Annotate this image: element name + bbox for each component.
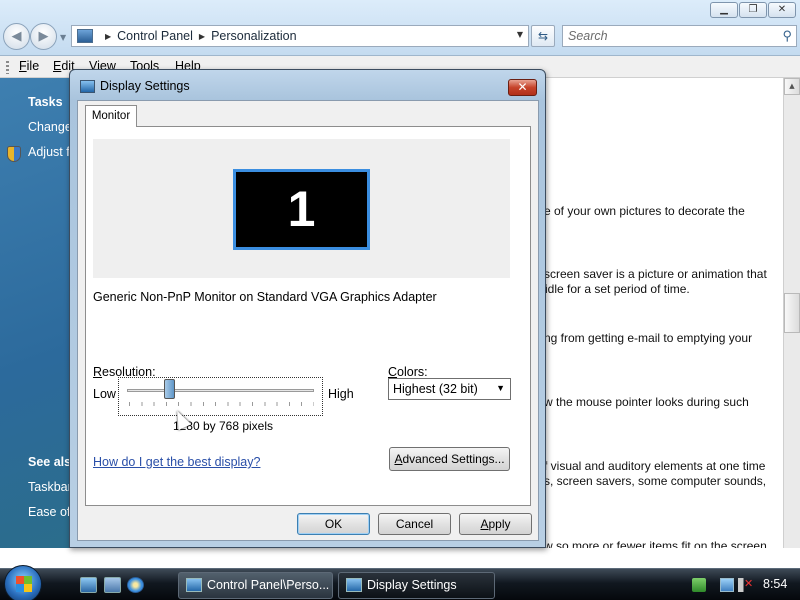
tasks-heading: Tasks — [28, 95, 63, 109]
internet-explorer-icon[interactable] — [127, 577, 144, 593]
description-text: s, screen savers, some computer sounds, — [544, 474, 767, 488]
back-arrow-icon: ◀ — [11, 29, 22, 44]
search-input[interactable]: Search ⚲ — [562, 25, 797, 47]
description-text: w the mouse pointer looks during such — [544, 395, 749, 409]
colors-selected-value: Highest (32 bit) — [393, 382, 478, 396]
monitor-1-icon[interactable]: 1 — [233, 169, 370, 250]
advanced-settings-button[interactable]: Advanced Settings... — [389, 447, 510, 471]
description-text: ng from getting e-mail to emptying your — [544, 331, 753, 345]
forward-arrow-icon: ▶ — [38, 29, 49, 44]
window-header: ▁ ❐ ✕ ◀ ▶ ▼ ▶ Control Panel ▶ Personaliz… — [0, 0, 800, 56]
display-tray-icon[interactable] — [720, 578, 734, 592]
description-text: w so more or fewer items fit on the scre… — [544, 539, 767, 548]
show-desktop-icon[interactable] — [80, 577, 97, 593]
description-text: e of your own pictures to decorate the — [544, 204, 745, 218]
slider-track — [127, 389, 314, 392]
dialog-title: Display Settings — [100, 79, 190, 93]
dropdown-arrow-icon[interactable]: ▼ — [496, 383, 505, 393]
minimize-button[interactable]: ▁ — [710, 2, 738, 18]
taskbar: Control Panel\Perso... Display Settings … — [0, 565, 800, 600]
address-bar[interactable]: ▶ Control Panel ▶ Personalization ▼ — [71, 25, 529, 47]
toolbar-grip — [6, 61, 9, 74]
task-link-change[interactable]: Change — [28, 120, 72, 134]
maximize-button[interactable]: ❐ — [739, 2, 767, 18]
taskbar-button-label: Control Panel\Perso... — [207, 578, 330, 592]
display-settings-dialog: Display Settings ✕ Monitor 1 Generic Non… — [69, 69, 546, 548]
breadcrumb-separator-icon[interactable]: ▶ — [105, 32, 111, 41]
switch-windows-icon[interactable] — [104, 577, 121, 593]
see-also-link-ease[interactable]: Ease of — [28, 505, 70, 519]
description-text: idle for a set period of time. — [545, 282, 690, 296]
vertical-scrollbar[interactable]: ▲ — [783, 78, 800, 548]
display-settings-icon — [346, 578, 362, 592]
mnemonic-letter: A — [394, 452, 403, 466]
monitor-preview-area: 1 — [93, 139, 510, 278]
description-text: f visual and auditory elements at one ti… — [544, 459, 766, 473]
breadcrumb-personalization[interactable]: Personalization — [211, 29, 296, 43]
scroll-up-icon[interactable]: ▲ — [784, 78, 800, 95]
taskbar-button-control-panel[interactable]: Control Panel\Perso... — [178, 572, 333, 599]
dialog-close-button[interactable]: ✕ — [508, 79, 537, 96]
breadcrumb-control-panel[interactable]: Control Panel — [117, 29, 193, 43]
address-dropdown-icon[interactable]: ▼ — [517, 30, 523, 39]
cancel-button[interactable]: Cancel — [378, 513, 451, 535]
best-display-help-link[interactable]: How do I get the best display? — [93, 455, 260, 469]
control-panel-icon — [77, 29, 93, 43]
slider-ticks — [129, 402, 314, 406]
control-panel-icon — [186, 578, 202, 592]
close-window-button[interactable]: ✕ — [768, 2, 796, 18]
refresh-button[interactable]: ⇆ — [531, 25, 555, 47]
mnemonic-letter: A — [480, 517, 489, 531]
volume-muted-icon[interactable] — [738, 577, 753, 592]
windows-logo-icon — [16, 576, 32, 592]
taskbar-button-label: Display Settings — [367, 578, 457, 592]
refresh-icon: ⇆ — [537, 29, 549, 43]
tab-monitor[interactable]: Monitor — [85, 105, 137, 127]
menu-file[interactable]: File — [19, 59, 39, 73]
clock[interactable]: 8:54 — [763, 577, 787, 591]
resolution-slider[interactable] — [118, 377, 323, 416]
search-placeholder: Search — [568, 29, 608, 43]
task-pane: Tasks Change Adjust f See also Taskbar E… — [0, 78, 80, 548]
personalization-content: e of your own pictures to decorate the s… — [544, 78, 784, 548]
task-link-adjust[interactable]: Adjust f — [28, 145, 70, 159]
taskbar-button-display-settings[interactable]: Display Settings — [338, 572, 495, 599]
back-button[interactable]: ◀ — [3, 23, 30, 50]
monitor-name: Generic Non-PnP Monitor on Standard VGA … — [93, 290, 437, 304]
recent-pages-dropdown-icon[interactable]: ▼ — [60, 33, 66, 42]
display-settings-icon — [80, 80, 95, 93]
shield-icon — [7, 146, 21, 162]
low-label: Low — [93, 387, 116, 401]
description-text: screen saver is a picture or animation t… — [544, 267, 767, 281]
scroll-thumb[interactable] — [784, 293, 800, 333]
slider-thumb[interactable] — [163, 379, 175, 399]
ok-button[interactable]: OK — [297, 513, 370, 535]
network-icon[interactable] — [692, 578, 706, 592]
start-button[interactable] — [4, 565, 42, 600]
colors-select[interactable]: Highest (32 bit) ▼ — [388, 378, 511, 400]
notification-area: 8:54 — [685, 570, 800, 600]
breadcrumb-separator-icon[interactable]: ▶ — [199, 32, 205, 41]
dialog-body: Monitor 1 Generic Non-PnP Monitor on Sta… — [77, 100, 539, 541]
forward-button[interactable]: ▶ — [30, 23, 57, 50]
colors-label: Colors: — [388, 365, 428, 379]
resolution-value: 1280 by 768 pixels — [172, 419, 274, 433]
search-icon[interactable]: ⚲ — [782, 28, 792, 44]
see-also-link-taskbar[interactable]: Taskbar — [28, 480, 72, 494]
apply-button[interactable]: Apply — [459, 513, 532, 535]
high-label: High — [328, 387, 354, 401]
